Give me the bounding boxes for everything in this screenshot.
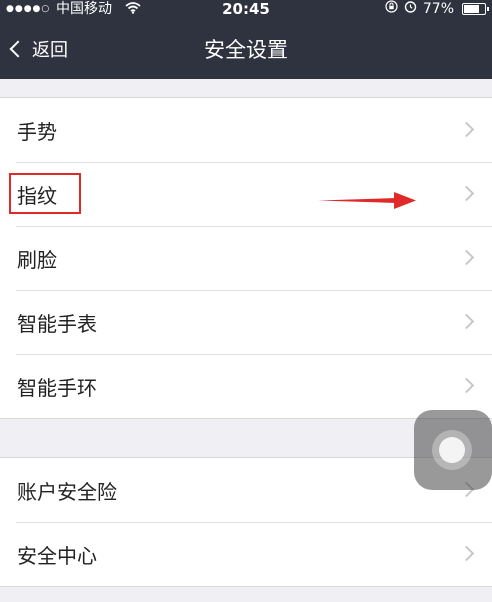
- list-item-fingerprint[interactable]: 指纹: [0, 162, 492, 226]
- chevron-right-icon: [458, 121, 475, 138]
- status-right: 77%: [385, 0, 489, 18]
- list-item-label: 账户安全险: [17, 479, 117, 504]
- list-item-smart-band[interactable]: 智能手环: [0, 354, 492, 418]
- list-item-security-center[interactable]: 安全中心: [0, 522, 492, 586]
- list-item-label: 安全中心: [17, 543, 97, 568]
- list-item-label: 指纹: [17, 183, 57, 208]
- chevron-right-icon: [458, 545, 475, 562]
- list-item-label: 手势: [17, 119, 57, 144]
- chevron-right-icon: [458, 249, 475, 266]
- header: ●●●●○ 中国移动 20:45 77% 返回 安全设置: [0, 0, 492, 79]
- chevron-right-icon: [458, 377, 475, 394]
- status-bar: ●●●●○ 中国移动 20:45 77%: [0, 0, 492, 18]
- assistive-touch-dot: [439, 437, 465, 463]
- assistive-touch-ring: [432, 430, 472, 470]
- assistive-touch-button[interactable]: [414, 410, 492, 490]
- list-item-smart-watch[interactable]: 智能手表: [0, 290, 492, 354]
- chevron-right-icon: [458, 185, 475, 202]
- list-item-label: 刷脸: [17, 247, 57, 272]
- orientation-lock-icon: [385, 0, 398, 18]
- chevron-right-icon: [458, 313, 475, 330]
- list-item-label: 智能手表: [17, 311, 97, 336]
- battery-percent: 77%: [422, 1, 454, 17]
- nav-bar: 返回 安全设置: [0, 18, 492, 79]
- battery-fill: [464, 5, 480, 13]
- list-item-label: 智能手环: [17, 375, 97, 400]
- page-title: 安全设置: [204, 38, 288, 62]
- alarm-icon: [404, 0, 417, 18]
- list-item-face[interactable]: 刷脸: [0, 226, 492, 290]
- settings-group-biometrics: 手势 指纹 刷脸 智能手表 智能手环: [0, 97, 492, 419]
- battery-icon: [462, 3, 489, 15]
- list-item-gesture[interactable]: 手势: [0, 98, 492, 162]
